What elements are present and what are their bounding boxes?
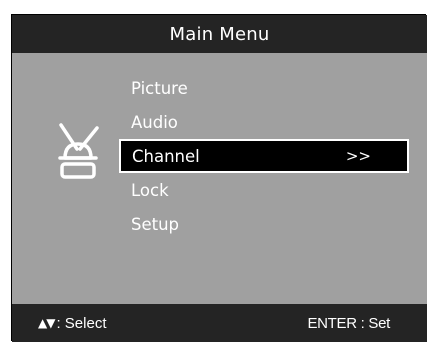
osd-window: Main Menu Picture Audio Channel >> Lock … bbox=[11, 14, 427, 342]
menu-item-setup[interactable]: Setup bbox=[120, 207, 408, 241]
menu-item-channel[interactable]: Channel >> bbox=[119, 139, 409, 173]
enter-hint-label: ENTER : Set bbox=[307, 314, 390, 332]
menu-list: Picture Audio Channel >> Lock Setup bbox=[119, 71, 409, 241]
menu-title: Main Menu bbox=[169, 23, 270, 45]
channel-antenna-icon bbox=[58, 123, 99, 179]
menu-item-label: Channel bbox=[132, 146, 200, 166]
menu-item-lock[interactable]: Lock bbox=[120, 173, 408, 207]
menu-item-label: Setup bbox=[131, 214, 180, 234]
menu-item-label: Lock bbox=[131, 180, 169, 200]
menu-panel: Picture Audio Channel >> Lock Setup bbox=[12, 53, 427, 304]
title-bar: Main Menu bbox=[12, 15, 427, 53]
menu-item-picture[interactable]: Picture bbox=[120, 71, 408, 105]
footer-bar: ▲▼ : Select ENTER : Set bbox=[12, 304, 427, 342]
enter-hint: ENTER : Set bbox=[307, 304, 390, 342]
osd-screen: Main Menu Picture Audio Channel >> Lock … bbox=[11, 14, 427, 342]
menu-item-audio[interactable]: Audio bbox=[120, 105, 408, 139]
select-hint-label: : Select bbox=[56, 314, 107, 332]
up-down-arrows-icon: ▲▼ bbox=[38, 316, 55, 330]
menu-item-label: Picture bbox=[131, 78, 188, 98]
submenu-arrow-icon: >> bbox=[345, 147, 371, 165]
select-hint: ▲▼ : Select bbox=[38, 304, 107, 342]
menu-item-label: Audio bbox=[131, 112, 178, 132]
